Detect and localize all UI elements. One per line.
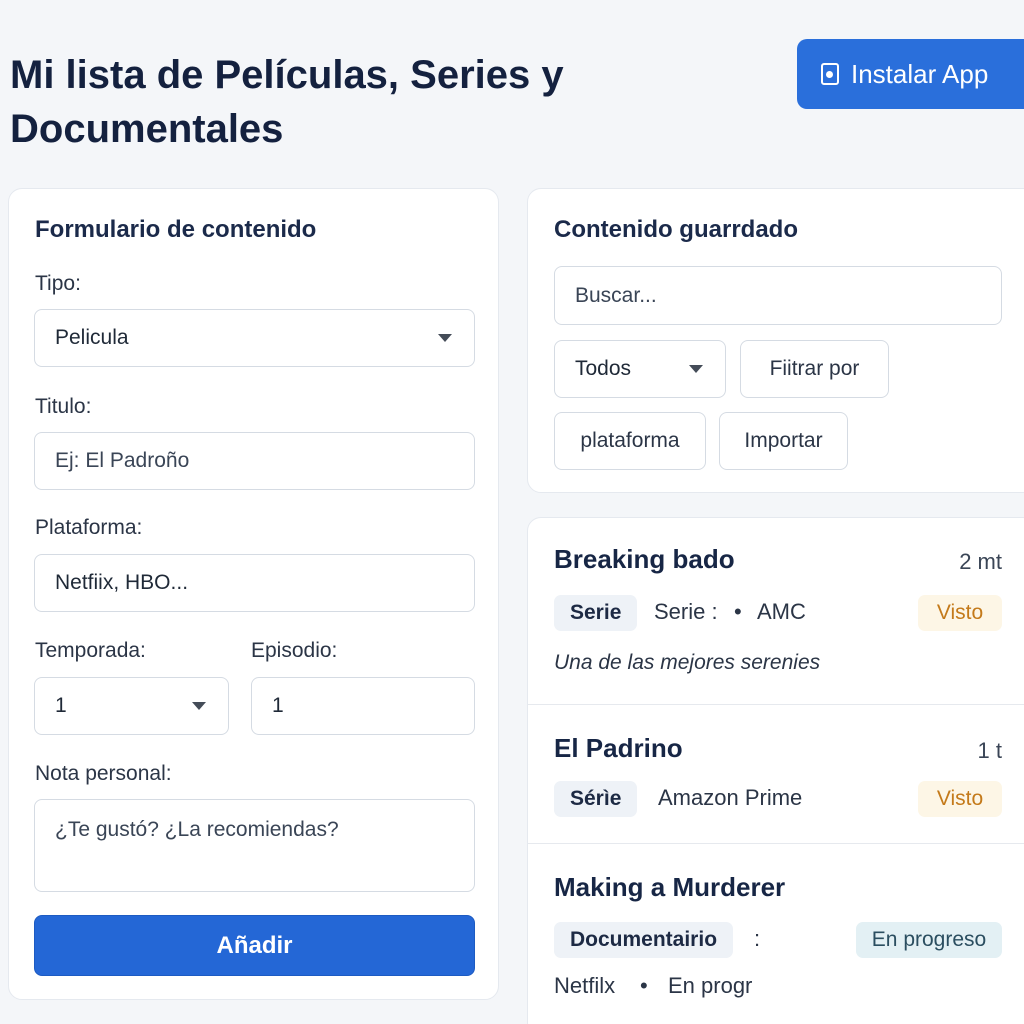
colon-separator: : xyxy=(754,926,761,951)
bullet-separator: • xyxy=(734,599,742,624)
item-time: 2 mt xyxy=(959,549,1002,574)
saved-content-card: Contenido guarrdado Buscar... Todos Fiit… xyxy=(527,188,1024,493)
item-title: Breaking bado xyxy=(554,544,735,574)
item-platform: Amazon Prime xyxy=(658,785,803,810)
platform-input[interactable]: Netfiix, HBO... xyxy=(34,554,475,612)
install-app-button[interactable]: Instalar App xyxy=(797,39,1024,109)
season-label: Temporada: xyxy=(35,639,146,662)
bullet-separator: • xyxy=(640,973,648,998)
episode-label: Episodio: xyxy=(251,639,338,662)
episode-input[interactable]: 1 xyxy=(251,677,475,735)
item-note: Una de las mejores serenies xyxy=(554,651,821,674)
platform-label: Plataforma: xyxy=(35,516,143,539)
note-textarea[interactable]: ¿Te gustó? ¿La recomiendas? xyxy=(34,799,475,892)
type-label: Tipo: xyxy=(35,272,81,295)
item-title: Making a Murderer xyxy=(554,872,786,902)
chevron-down-icon xyxy=(438,334,452,342)
item-title: El Padrino xyxy=(554,733,683,763)
chevron-down-icon xyxy=(192,702,206,710)
search-input-placeholder: Buscar... xyxy=(575,283,657,307)
item-progress-text: En progr xyxy=(668,973,753,998)
type-tag: Serie xyxy=(554,595,638,631)
title-input[interactable]: Ej: El Padroño xyxy=(34,432,475,490)
type-tag: Documentairio xyxy=(554,922,734,958)
status-badge: En progreso xyxy=(856,922,1002,958)
type-tag: Sérìe xyxy=(554,781,638,817)
title-input-placeholder: Ej: El Padroño xyxy=(55,449,190,472)
list-item[interactable]: Breaking bado 2 mt Serie Serie : • AMC V… xyxy=(528,518,1024,704)
title-label: Titulo: xyxy=(35,395,92,418)
search-input[interactable]: Buscar... xyxy=(554,266,1002,325)
phone-install-icon xyxy=(821,63,839,85)
status-badge: Visto xyxy=(918,595,1002,631)
saved-title: Contenido guarrdado xyxy=(554,216,798,243)
season-select-value: 1 xyxy=(55,694,67,717)
note-textarea-placeholder: ¿Te gustó? ¿La recomiendas? xyxy=(55,818,339,841)
status-badge: Visto xyxy=(918,781,1002,817)
season-select[interactable]: 1 xyxy=(34,677,229,735)
type-select[interactable]: Pelicula xyxy=(34,309,475,367)
list-item[interactable]: El Padrino 1 t Sérìe Amazon Prime Visto xyxy=(528,705,1024,843)
type-select-value: Pelicula xyxy=(55,326,129,349)
item-time: 1 t xyxy=(977,738,1002,763)
install-app-label: Instalar App xyxy=(851,58,989,89)
chevron-down-icon xyxy=(689,365,703,373)
item-platform: AMC xyxy=(757,599,806,624)
episode-input-value: 1 xyxy=(272,694,284,717)
import-button[interactable]: Importar xyxy=(719,412,848,470)
content-form-card: Formulario de contenido Tipo: Pelicula T… xyxy=(8,188,499,1000)
type-filter-value: Todos xyxy=(575,357,632,380)
note-label: Nota personal: xyxy=(35,762,172,785)
platform-button[interactable]: plataforma xyxy=(554,412,706,470)
platform-input-placeholder: Netfiix, HBO... xyxy=(55,571,189,594)
page-title: Mi lista de Películas, Series y Document… xyxy=(10,53,564,151)
add-button[interactable]: Añadir xyxy=(34,915,475,976)
item-meta-type: Serie : xyxy=(654,599,718,624)
filter-platform-button[interactable]: Fiitrar por xyxy=(740,340,889,398)
content-list-card: Breaking bado 2 mt Serie Serie : • AMC V… xyxy=(527,517,1024,1024)
form-title: Formulario de contenido xyxy=(35,216,317,243)
list-item[interactable]: Making a Murderer Documentairio : En pro… xyxy=(528,844,1024,1024)
type-filter-select[interactable]: Todos xyxy=(554,340,726,398)
item-platform: Netfilx xyxy=(554,973,616,998)
